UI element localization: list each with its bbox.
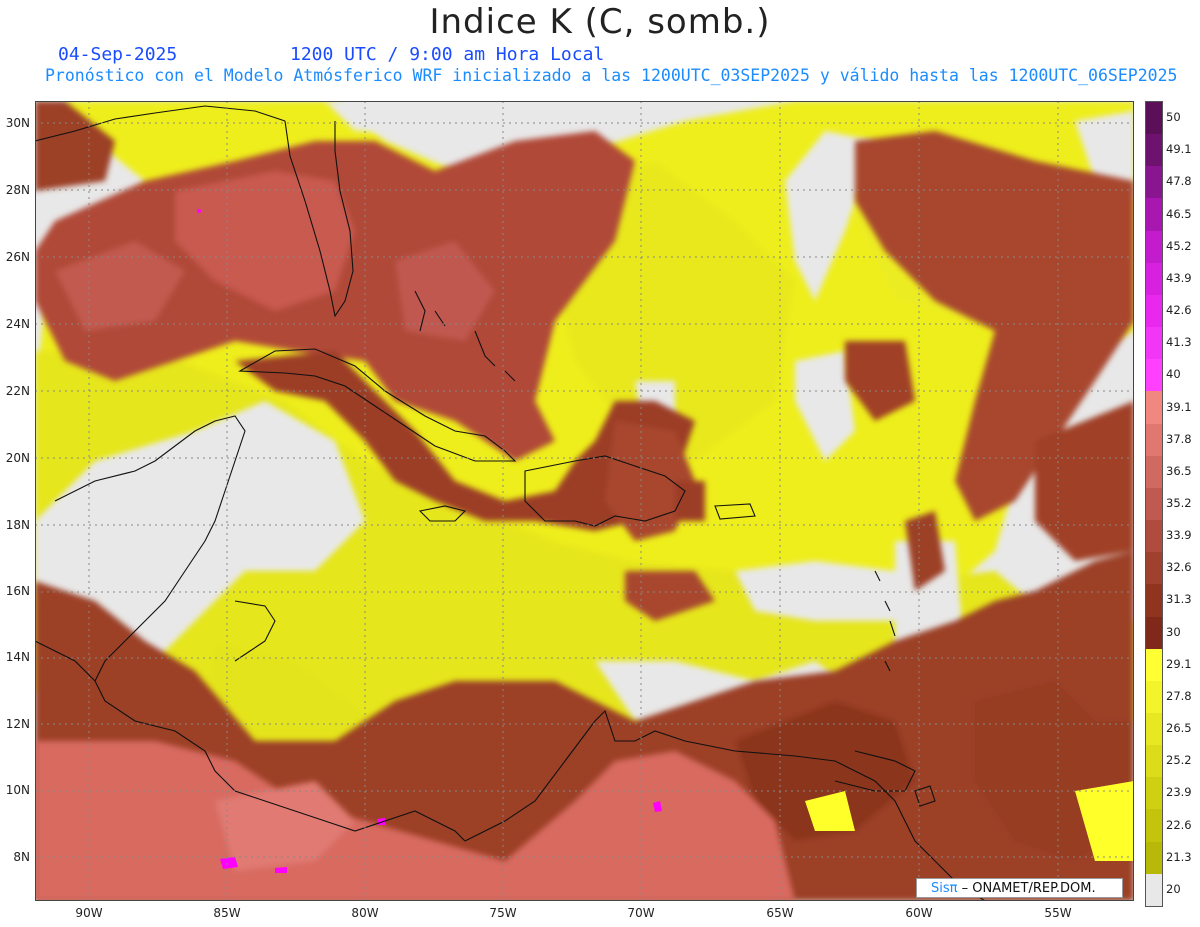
colorbar-label: 26.5 <box>1166 721 1192 736</box>
colorbar-label: 42.6 <box>1166 303 1192 318</box>
colorbar-label: 41.3 <box>1166 335 1192 350</box>
colorbar-label: 39.1 <box>1166 399 1192 414</box>
lon-label: 90W <box>75 906 103 920</box>
colorbar-label: 21.3 <box>1166 849 1192 864</box>
forecast-time: 1200 UTC / 9:00 am Hora Local <box>290 44 605 65</box>
map-panel <box>35 101 1134 901</box>
colorbar-swatch <box>1146 327 1162 360</box>
lon-label: 80W <box>351 906 379 920</box>
colorbar-swatch <box>1146 198 1162 231</box>
colorbar-swatch <box>1146 455 1162 488</box>
colorbar-swatch <box>1146 134 1162 167</box>
colorbar-swatch <box>1146 809 1162 842</box>
lon-label: 85W <box>213 906 241 920</box>
high-k-spot <box>220 857 238 869</box>
lat-label: 30N <box>5 116 30 130</box>
colorbar-swatch <box>1146 230 1162 263</box>
lon-label: 70W <box>627 906 655 920</box>
sispi-logo-text: Sisπ <box>931 881 958 896</box>
colorbar-label: 29.1 <box>1166 656 1192 671</box>
colorbar-swatch <box>1146 680 1162 713</box>
colorbar-label: 40 <box>1166 367 1181 382</box>
colorbar-label: 25.2 <box>1166 753 1192 768</box>
colorbar-swatch <box>1146 873 1162 906</box>
lon-label: 65W <box>766 906 794 920</box>
colorbar-label: 30 <box>1166 624 1181 639</box>
lat-label: 8N <box>13 850 30 864</box>
lat-label: 20N <box>5 451 30 465</box>
forecast-subtitle: Pronóstico con el Modelo Atmósferico WRF… <box>45 66 1178 85</box>
colorbar-swatch <box>1146 423 1162 456</box>
colorbar-swatch <box>1146 841 1162 874</box>
lat-label: 16N <box>5 584 30 598</box>
colorbar-label: 49.1 <box>1166 142 1192 157</box>
lat-label: 28N <box>5 183 30 197</box>
map-title: Indice K (C, somb.) <box>429 2 771 42</box>
lat-label: 18N <box>5 518 30 532</box>
colorbar-label: 33.9 <box>1166 528 1192 543</box>
colorbar-swatch <box>1146 262 1162 295</box>
colorbar-label: 37.8 <box>1166 431 1192 446</box>
colorbar-swatch <box>1146 648 1162 681</box>
colorbar <box>1145 101 1163 907</box>
colorbar-label: 46.5 <box>1166 206 1192 221</box>
colorbar-swatch <box>1146 487 1162 521</box>
colorbar-label: 31.3 <box>1166 592 1192 607</box>
colorbar-label: 20 <box>1166 881 1181 896</box>
colorbar-label: 43.9 <box>1166 270 1192 285</box>
colorbar-label: 32.6 <box>1166 560 1192 575</box>
lat-label: 14N <box>5 650 30 664</box>
colorbar-swatch <box>1146 391 1162 424</box>
colorbar-label: 45.2 <box>1166 238 1192 253</box>
colorbar-label: 47.8 <box>1166 174 1192 189</box>
lat-label: 10N <box>5 783 30 797</box>
onamet-logo: Sisπ – ONAMET/REP.DOM. <box>916 878 1123 898</box>
colorbar-label: 50 <box>1166 110 1181 125</box>
colorbar-swatch <box>1146 520 1162 553</box>
colorbar-swatch <box>1146 552 1162 585</box>
lat-label: 24N <box>5 317 30 331</box>
k-index-field <box>35 101 1134 901</box>
colorbar-swatch <box>1146 616 1162 649</box>
colorbar-swatch <box>1146 359 1162 392</box>
colorbar-label: 35.2 <box>1166 496 1192 510</box>
lon-label: 75W <box>489 906 517 920</box>
colorbar-label: 36.5 <box>1166 463 1192 478</box>
lat-label: 12N <box>5 717 30 731</box>
onamet-credit: – ONAMET/REP.DOM. <box>957 881 1096 896</box>
colorbar-swatch <box>1146 166 1162 199</box>
forecast-date: 04-Sep-2025 <box>58 44 178 65</box>
lat-label: 26N <box>5 250 30 264</box>
colorbar-swatch <box>1146 294 1162 328</box>
colorbar-swatch <box>1146 102 1162 135</box>
lon-label: 55W <box>1044 906 1072 920</box>
colorbar-swatch <box>1146 745 1162 778</box>
colorbar-label: 23.9 <box>1166 785 1192 800</box>
colorbar-swatch <box>1146 584 1162 617</box>
lat-label: 22N <box>5 384 30 398</box>
lon-label: 60W <box>905 906 933 920</box>
colorbar-label: 22.6 <box>1166 817 1192 832</box>
colorbar-swatch <box>1146 712 1162 746</box>
colorbar-label: 27.8 <box>1166 688 1192 703</box>
colorbar-swatch <box>1146 777 1162 810</box>
